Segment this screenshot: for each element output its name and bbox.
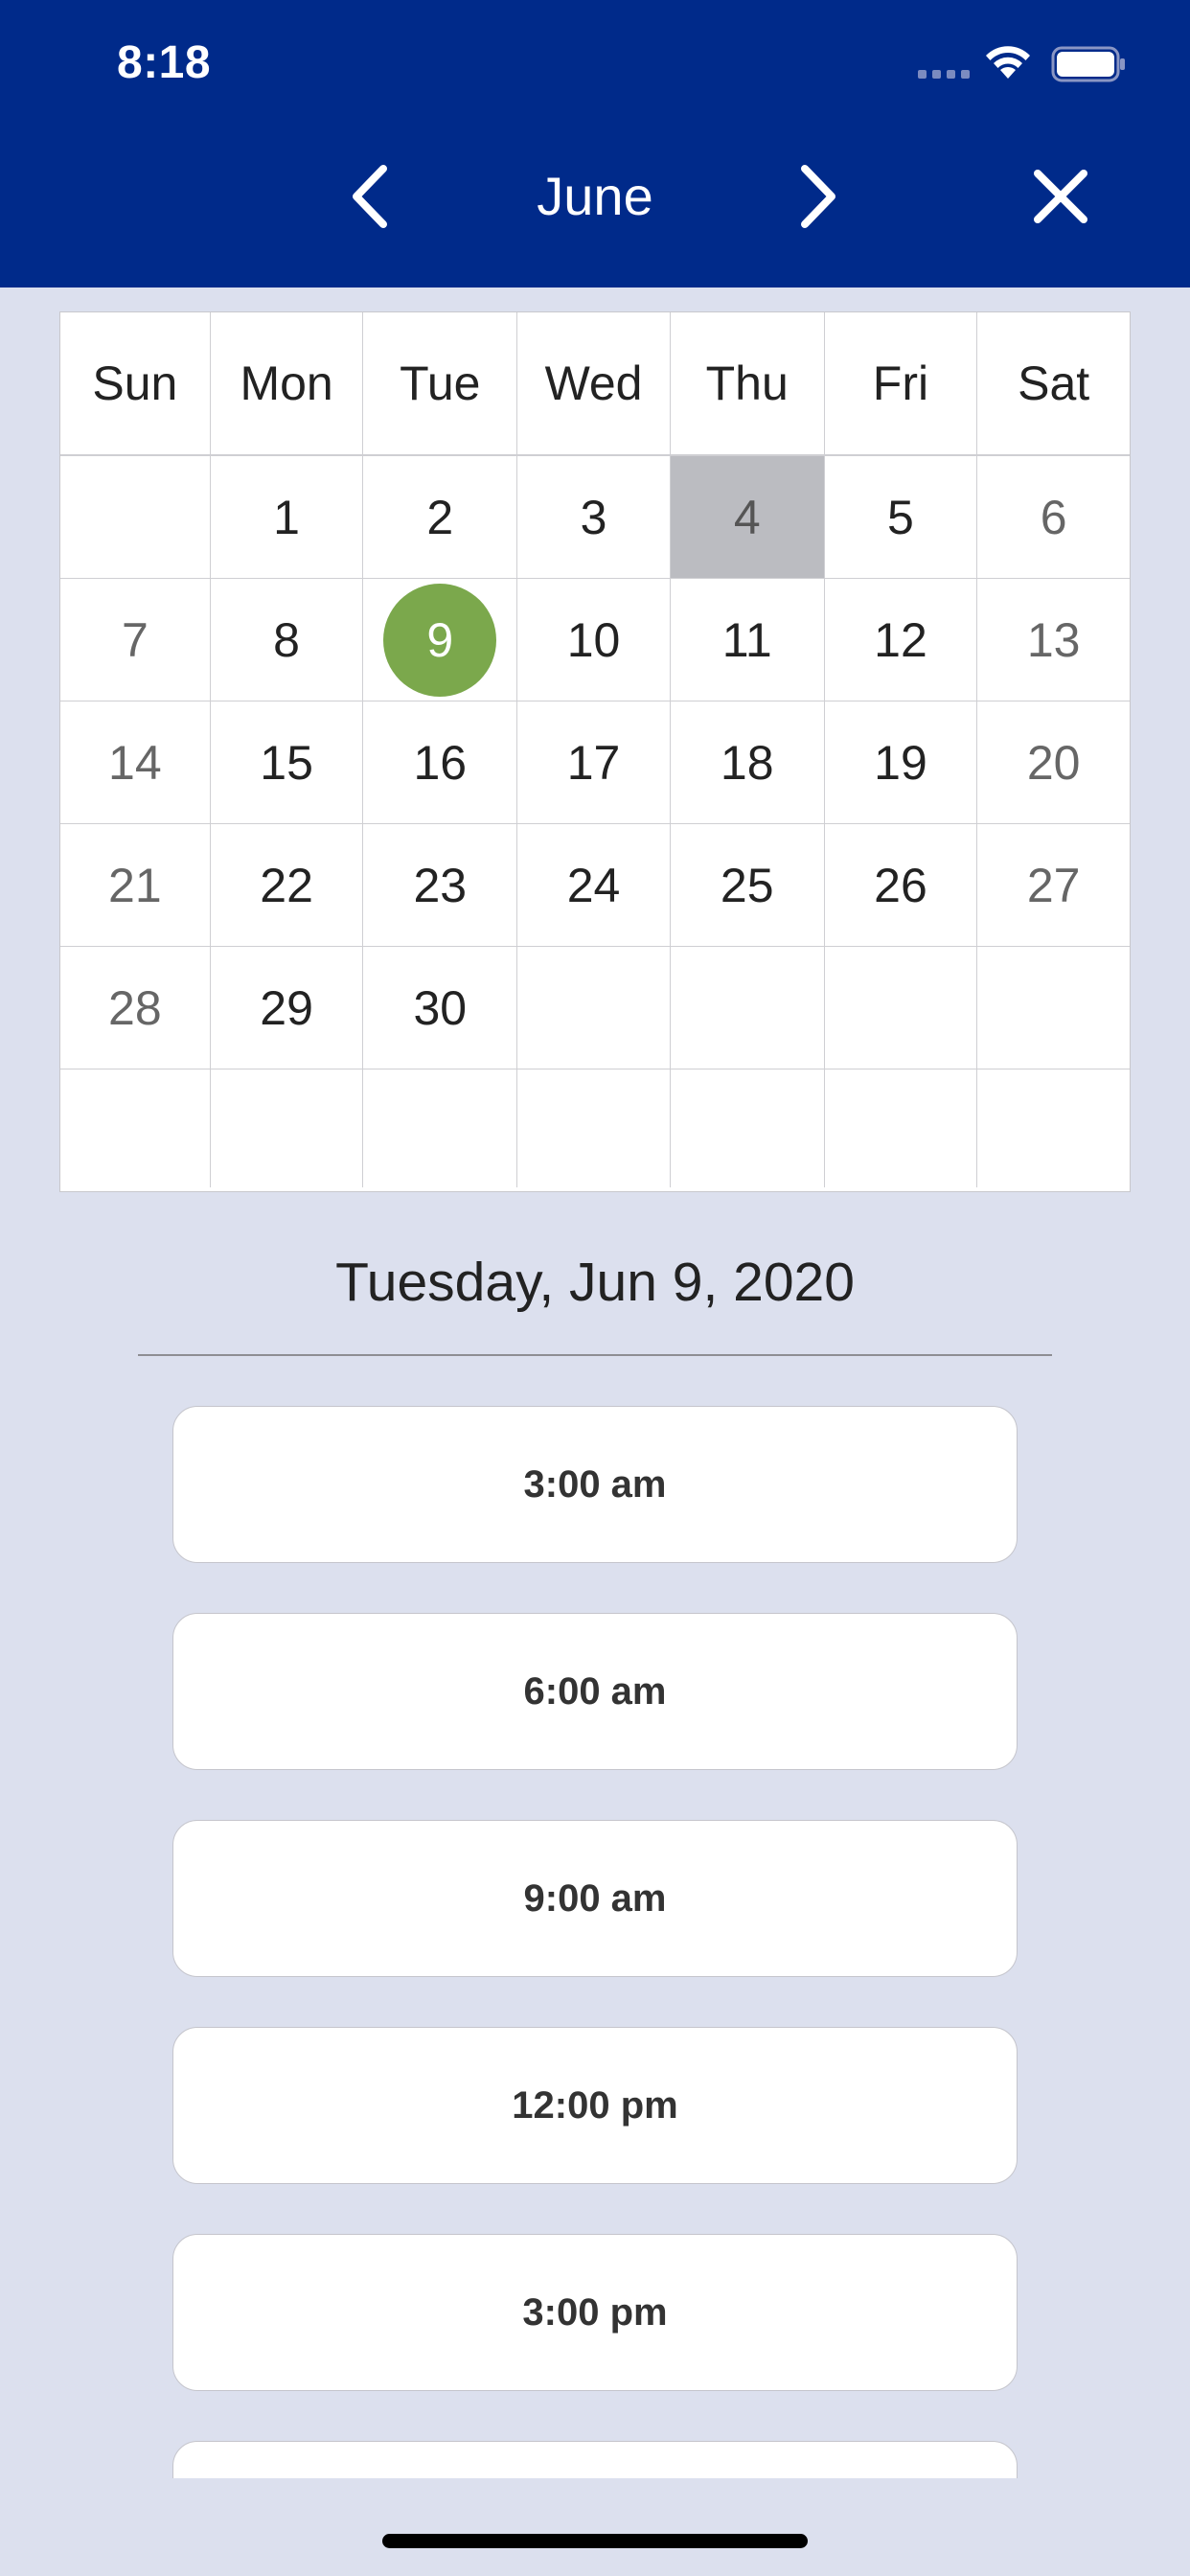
calendar-week-row [60,1070,1130,1187]
calendar-day[interactable]: 6 [977,456,1130,578]
time-slot-button[interactable]: 12:00 pm [172,2027,1018,2184]
weekday-label: Thu [671,312,825,454]
time-slot-list[interactable]: 3:00 am 6:00 am 9:00 am 12:00 pm 3:00 pm [0,1399,1190,2478]
calendar-day[interactable]: 28 [60,947,211,1069]
close-icon [1034,170,1087,223]
weekday-label: Mon [211,312,364,454]
calendar-day[interactable]: 2 [363,456,518,578]
home-indicator[interactable] [382,2534,808,2548]
weekday-label: Wed [517,312,671,454]
time-slot-button[interactable]: 3:00 am [172,1406,1018,1563]
calendar-day-today[interactable]: 4 [670,456,825,578]
calendar-day[interactable]: 24 [517,824,671,946]
weekday-header-row: Sun Mon Tue Wed Thu Fri Sat [60,312,1130,456]
chevron-left-icon [353,165,387,228]
calendar-day[interactable]: 26 [825,824,978,946]
calendar-week-row: 28 29 30 [60,947,1130,1070]
battery-icon [1051,46,1125,82]
calendar-day-empty [517,947,671,1069]
calendar-day-empty [977,947,1130,1069]
calendar-day[interactable]: 8 [211,579,364,701]
header-bar: 8:18 June [0,0,1190,288]
calendar-day[interactable]: 21 [60,824,211,946]
calendar-day[interactable]: 20 [977,702,1130,823]
calendar-day[interactable]: 15 [211,702,364,823]
weekday-label: Sat [1018,356,1090,410]
calendar-day-empty [977,1070,1130,1187]
calendar-day[interactable]: 22 [211,824,364,946]
calendar-day[interactable]: 30 [363,947,518,1069]
selected-day-marker: 9 [383,583,497,697]
divider [138,1354,1052,1356]
calendar-day-empty [825,1070,978,1187]
cellular-signal-icon [918,70,970,79]
calendar-day-selected[interactable]: 9 [363,579,518,701]
time-slot-button[interactable]: 9:00 am [172,1820,1018,1977]
weekday-label: Fri [825,312,978,454]
calendar-day[interactable]: 23 [363,824,518,946]
calendar-day-empty [671,1070,825,1187]
calendar-week-row: 7 8 9 10 11 12 13 [60,579,1130,702]
calendar-day[interactable]: 27 [977,824,1130,946]
calendar-day-empty [671,947,825,1069]
calendar-day[interactable]: 1 [211,456,364,578]
calendar-grid: Sun Mon Tue Wed Thu Fri Sat 1 2 3 4 5 6 … [59,311,1131,1192]
selected-date-label: Tuesday, Jun 9, 2020 [335,1252,855,1313]
calendar-day[interactable]: 25 [671,824,825,946]
calendar-day-empty [825,947,978,1069]
weekday-label: Sun [60,312,211,454]
calendar-day[interactable]: 18 [671,702,825,823]
status-time: 8:18 [117,37,212,88]
calendar-day[interactable]: 10 [517,579,671,701]
calendar-day-empty [60,456,211,578]
time-slot-button[interactable] [172,2441,1018,2478]
next-month-button[interactable] [774,153,860,240]
calendar-day[interactable]: 5 [825,456,978,578]
calendar-day[interactable]: 16 [363,702,518,823]
calendar-day[interactable]: 19 [825,702,978,823]
calendar-day[interactable]: 3 [517,456,671,578]
weekday-label: Tue [363,312,518,454]
calendar-day[interactable]: 12 [825,579,978,701]
calendar-day-empty [363,1070,518,1187]
calendar-day[interactable]: 17 [517,702,671,823]
calendar-day-empty [211,1070,364,1187]
close-button[interactable] [1018,153,1104,240]
calendar-week-row: 1 2 3 4 5 6 [60,456,1130,579]
calendar-day[interactable]: 7 [60,579,211,701]
time-slot-button[interactable]: 6:00 am [172,1613,1018,1770]
chevron-right-icon [801,165,835,228]
calendar-day[interactable]: 13 [977,579,1130,701]
time-slot-button[interactable]: 3:00 pm [172,2234,1018,2391]
calendar-day[interactable]: 11 [671,579,825,701]
calendar-week-row: 14 15 16 17 18 19 20 [60,702,1130,824]
previous-month-button[interactable] [328,153,414,240]
calendar-week-row: 21 22 23 24 25 26 27 [60,824,1130,947]
wifi-icon [986,46,1030,79]
calendar-day[interactable]: 14 [60,702,211,823]
calendar-day-empty [517,1070,671,1187]
month-title: June [537,166,653,226]
calendar-day-empty [60,1070,211,1187]
calendar-day[interactable]: 29 [211,947,364,1069]
